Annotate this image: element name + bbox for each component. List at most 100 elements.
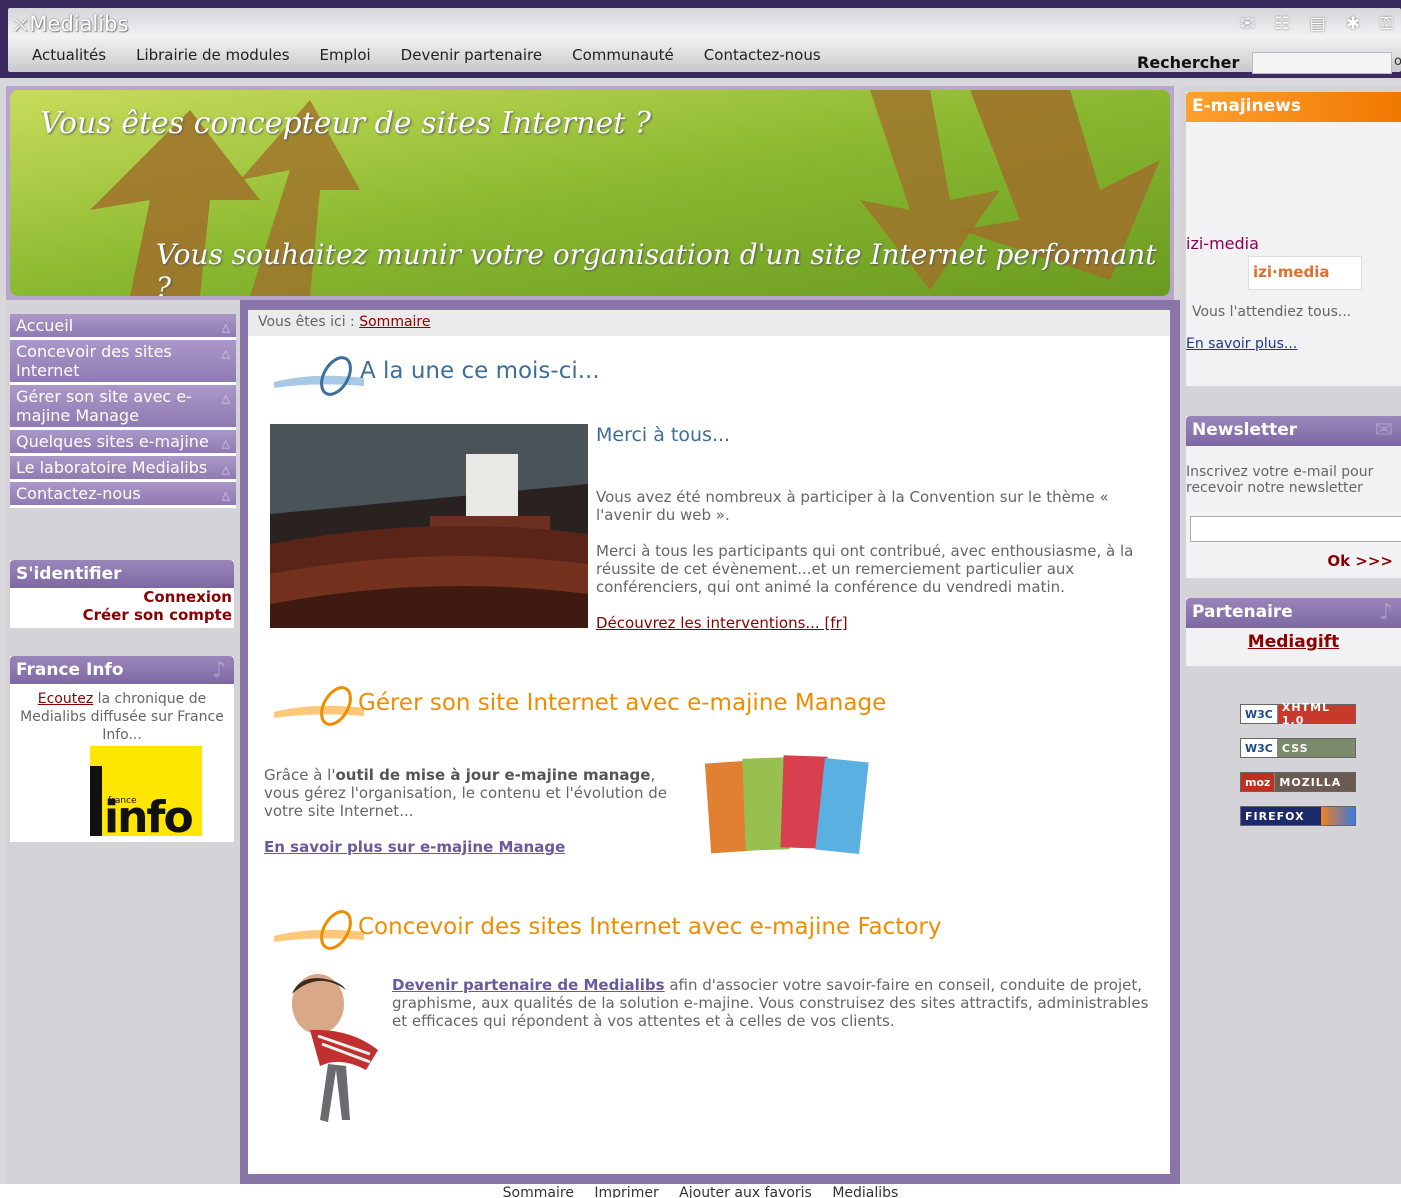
- newsletter-email-input[interactable]: [1190, 516, 1401, 542]
- ecoutez-link[interactable]: Ecoutez: [38, 691, 93, 707]
- brochures-image: [704, 755, 869, 855]
- manage-link[interactable]: En savoir plus sur e-majine Manage: [264, 838, 565, 856]
- top-bar: ⛌Medialibs Actualités Librairie de modul…: [0, 0, 1401, 78]
- menu-item-concevoir[interactable]: Concevoir des sites Internet △: [10, 340, 236, 385]
- newsletter-desc: Inscrivez votre e-mail pour recevoir not…: [1186, 464, 1374, 496]
- france-info-header: France Info ♪: [10, 656, 234, 684]
- menu-item-label: Concevoir des sites Internet: [16, 342, 172, 380]
- badge-left: moz: [1241, 773, 1276, 791]
- badge-right: MOZILLA: [1279, 775, 1342, 789]
- nav-actualites[interactable]: Actualités: [32, 46, 106, 64]
- footer-medialibs[interactable]: Medialibs: [832, 1185, 898, 1198]
- nav-communaute[interactable]: Communauté: [572, 46, 674, 64]
- triangle-up-icon: △: [221, 321, 230, 334]
- partner-title: Partenaire: [1192, 602, 1293, 622]
- print-icon[interactable]: ▤: [1310, 14, 1326, 34]
- footer-favoris[interactable]: Ajouter aux favoris: [679, 1185, 812, 1198]
- banner: Vous êtes concepteur de sites Internet ?…: [6, 86, 1174, 300]
- search-go-button[interactable]: o: [1394, 54, 1401, 69]
- izi-media-logo-text: izi·media: [1253, 263, 1330, 281]
- triangle-up-icon: △: [221, 437, 230, 450]
- france-info-box: France Info ♪ Ecoutez la chronique de Med…: [10, 656, 234, 843]
- menu-item-label: Quelques sites e-majine: [16, 432, 209, 451]
- nav-emploi[interactable]: Emploi: [320, 46, 371, 64]
- emajinews-header: E-majinews: [1186, 92, 1401, 122]
- nav-librairie[interactable]: Librairie de modules: [136, 46, 289, 64]
- firefox-icon: [1321, 807, 1355, 825]
- person-image: [292, 974, 378, 1122]
- section-title-une: A la une ce mois-ci...: [360, 358, 600, 384]
- menu-item-label: Contactez-nous: [16, 484, 141, 503]
- triangle-up-icon: △: [221, 392, 230, 405]
- france-info-text: Ecoutez la chronique de Medialibs diffus…: [10, 684, 234, 744]
- partner-link[interactable]: Mediagift: [1186, 628, 1401, 652]
- brand[interactable]: ⛌Medialibs: [14, 12, 128, 36]
- mozilla-badge[interactable]: moz MOZILLA: [1240, 772, 1356, 792]
- badge-right: FIREFOX: [1245, 809, 1305, 823]
- partner-header: Partenaire ♪: [1186, 598, 1401, 628]
- search-input[interactable]: [1252, 52, 1392, 74]
- section-title-manage: Gérer son site Internet avec e-majine Ma…: [358, 690, 887, 716]
- breadcrumb: Vous êtes ici : Sommaire: [248, 310, 1170, 336]
- factory-text: Devenir partenaire de Medialibs afin d'a…: [392, 976, 1162, 1030]
- menu-item-sites[interactable]: Quelques sites e-majine △: [10, 430, 236, 456]
- manage-text: Grâce à l'outil de mise à jour e-majine …: [264, 766, 684, 820]
- key-icon[interactable]: ⚿: [1380, 14, 1393, 34]
- w3c-xhtml-badge[interactable]: W3C XHTML 1.0: [1240, 701, 1356, 727]
- banner-line-1: Vous êtes concepteur de sites Internet ?: [40, 106, 651, 141]
- banner-line-2: Vous souhaitez munir votre organisation …: [156, 238, 1157, 296]
- breadcrumb-current[interactable]: Sommaire: [359, 314, 430, 330]
- manage-text-bold: outil de mise à jour e-majine manage: [335, 766, 651, 784]
- footer: Sommaire Imprimer Ajouter aux favoris Me…: [0, 1184, 1401, 1198]
- envelope-icon: ✉: [1374, 418, 1393, 443]
- nav-contact[interactable]: Contactez-nous: [704, 46, 821, 64]
- emajinews-box: E-majinews izi-media izi·media Vous l'at…: [1186, 92, 1401, 386]
- logo-big-text: info: [104, 792, 194, 843]
- izi-media-logo[interactable]: izi·media: [1248, 256, 1362, 290]
- izi-media-label: izi-media: [1186, 234, 1259, 253]
- menu-item-accueil[interactable]: Accueil △: [10, 314, 236, 340]
- note-icon: ♪: [211, 658, 226, 683]
- news-link[interactable]: Découvrez les interventions... [fr]: [596, 614, 848, 632]
- w3c-css-badge[interactable]: W3C CSS: [1240, 738, 1356, 758]
- section-title-factory: Concevoir des sites Internet avec e-maji…: [358, 914, 942, 940]
- logo-bar: [90, 766, 102, 836]
- triangle-up-icon: △: [221, 347, 230, 360]
- newsletter-ok-button[interactable]: Ok >>>: [1327, 552, 1393, 570]
- badge-right: CSS: [1281, 741, 1309, 755]
- login-title: S'identifier: [16, 564, 122, 584]
- asterisk-icon[interactable]: ✱: [1346, 14, 1360, 34]
- sitemap-icon[interactable]: ☷: [1275, 14, 1290, 34]
- newsletter-title: Newsletter: [1192, 420, 1298, 440]
- login-box: S'identifier Connexion Créer son compte: [10, 560, 234, 628]
- nav-partenaire[interactable]: Devenir partenaire: [401, 46, 542, 64]
- brand-logo-icon: ⛌: [14, 15, 28, 36]
- menu-item-label: Accueil: [16, 316, 74, 335]
- menu-item-contact[interactable]: Contactez-nous △: [10, 482, 236, 508]
- main-nav: Actualités Librairie de modules Emploi D…: [32, 46, 821, 64]
- swoosh-orange-icon: [274, 686, 364, 726]
- firefox-badge[interactable]: FIREFOX: [1240, 806, 1356, 826]
- france-info-logo: france info: [90, 746, 202, 843]
- main-frame: Vous êtes ici : Sommaire A la une ce moi…: [240, 300, 1180, 1184]
- search-label: Rechercher: [1137, 53, 1240, 72]
- izi-media-link[interactable]: En savoir plus...: [1186, 336, 1297, 352]
- handshake-icon: ♪: [1378, 600, 1393, 625]
- breadcrumb-prefix: Vous êtes ici :: [258, 314, 360, 330]
- manage-text-pre: Grâce à l': [264, 766, 336, 784]
- swoosh-orange-icon: [274, 910, 364, 950]
- triangle-up-icon: △: [221, 463, 230, 476]
- factory-link[interactable]: Devenir partenaire de Medialibs: [392, 976, 665, 994]
- create-account-link[interactable]: Créer son compte: [10, 606, 234, 624]
- mail-icon[interactable]: ✉: [1240, 14, 1254, 34]
- menu-item-gerer[interactable]: Gérer son site avec e-majine Manage △: [10, 385, 236, 430]
- footer-imprimer[interactable]: Imprimer: [594, 1185, 658, 1198]
- newsletter-box: Newsletter ✉ Inscrivez votre e-mail pour …: [1186, 416, 1401, 578]
- footer-sommaire[interactable]: Sommaire: [503, 1185, 574, 1198]
- menu-item-laboratoire[interactable]: Le laboratoire Medialibs △: [10, 456, 236, 482]
- newsletter-header: Newsletter ✉: [1186, 416, 1401, 446]
- news-paragraph-2: Merci à tous les participants qui ont co…: [596, 542, 1134, 596]
- connexion-link[interactable]: Connexion: [10, 588, 234, 606]
- banner-inner: Vous êtes concepteur de sites Internet ?…: [10, 90, 1170, 296]
- menu-item-label: Gérer son site avec e-majine Manage: [16, 387, 192, 425]
